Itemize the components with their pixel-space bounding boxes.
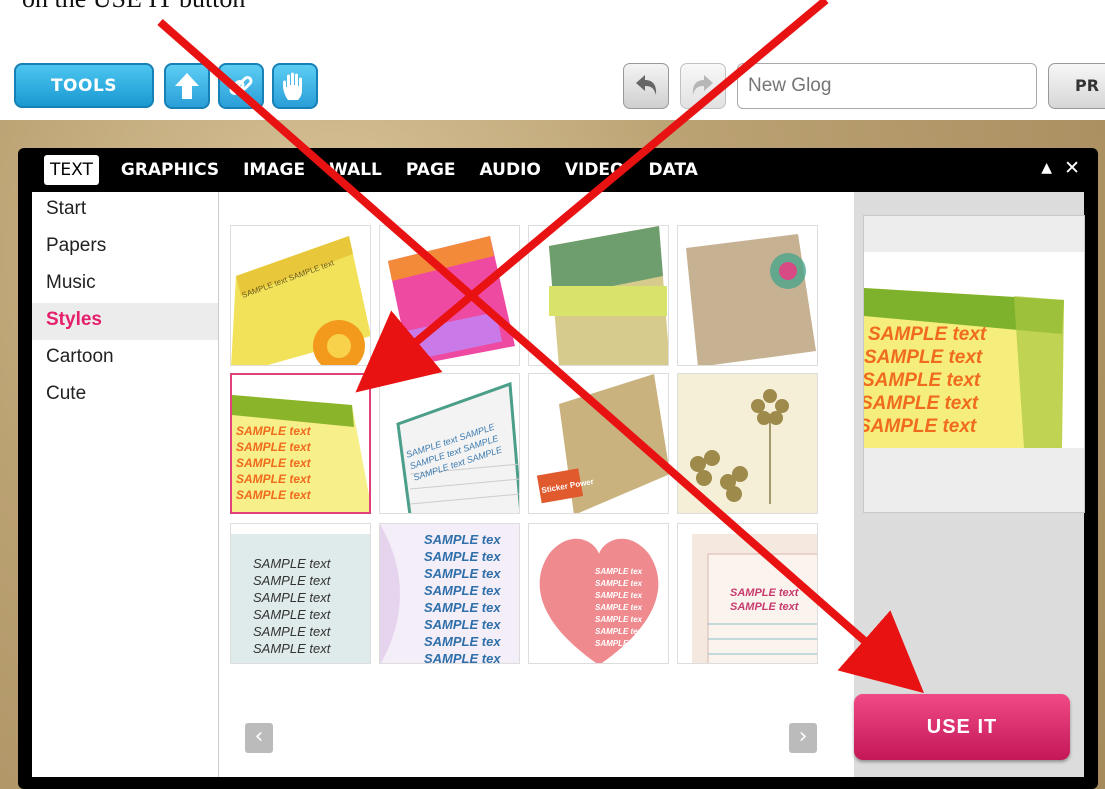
up-arrow-icon	[175, 73, 199, 99]
glog-title-input[interactable]	[737, 63, 1037, 109]
instruction-caption: on the USE IT button	[22, 0, 245, 14]
tab-video[interactable]: VIDEO	[553, 155, 637, 185]
use-it-button[interactable]: USE IT	[854, 694, 1070, 760]
svg-text:SAMPLE tex: SAMPLE tex	[424, 583, 501, 598]
redo-icon	[692, 75, 713, 95]
svg-text:SAMPLE tex: SAMPLE tex	[595, 591, 643, 600]
svg-text:SAMPLE text: SAMPLE text	[253, 573, 332, 588]
tab-text[interactable]: TEXT	[44, 155, 99, 185]
undo-icon	[636, 75, 657, 95]
style-thumbnail[interactable]	[677, 373, 818, 514]
sidebar-item-start[interactable]: Start	[32, 192, 218, 229]
svg-text:SAMPLE tex: SAMPLE tex	[595, 639, 643, 648]
sidebar-item-cute[interactable]: Cute	[32, 377, 218, 414]
previous-page-button[interactable]: ‹	[245, 723, 273, 753]
style-thumbnail[interactable]: SAMPLE tex SAMPLE tex SAMPLE tex SAMPLE …	[528, 523, 669, 664]
preview-sample-text: SAMPLE text	[868, 324, 987, 345]
svg-text:SAMPLE text: SAMPLE text	[236, 456, 312, 470]
svg-text:SAMPLE tex: SAMPLE tex	[424, 566, 501, 581]
svg-text:SAMPLE tex: SAMPLE tex	[424, 634, 501, 649]
kraft-sticker-paper-thumbnail: Sticker Power	[536, 374, 668, 513]
panel-content: Start Papers Music Styles Cartoon Cute S…	[32, 192, 1085, 777]
style-preview: SAMPLE text SAMPLE text SAMPLE text SAMP…	[863, 215, 1085, 513]
grid-blue-paper-thumbnail: SAMPLE text SAMPLE text SAMPLE text SAMP…	[231, 534, 370, 663]
tab-wall[interactable]: WALL	[317, 155, 394, 185]
tab-data[interactable]: DATA	[637, 155, 710, 185]
svg-text:SAMPLE text: SAMPLE text	[236, 472, 312, 486]
preview-area: SAMPLE text SAMPLE text SAMPLE text SAMP…	[854, 192, 1085, 777]
style-thumbnail[interactable]: SAMPLE text SAMPLE text SAMPLE text SAMP…	[230, 523, 371, 664]
svg-text:SAMPLE tex: SAMPLE tex	[424, 617, 501, 632]
pink-heart-paper-thumbnail: SAMPLE tex SAMPLE tex SAMPLE tex SAMPLE …	[539, 538, 659, 663]
category-tabs: TEXT GRAPHICS IMAGE WALL PAGE AUDIO VIDE…	[44, 148, 710, 192]
yellow-flower-paper-thumbnail: SAMPLE text SAMPLE text	[231, 236, 370, 365]
tab-audio[interactable]: AUDIO	[468, 155, 553, 185]
close-icon[interactable]: ✕	[1064, 157, 1080, 179]
svg-text:SAMPLE text: SAMPLE text	[253, 607, 332, 622]
collapse-icon[interactable]: ▲	[1041, 160, 1052, 176]
sidebar-item-styles[interactable]: Styles	[32, 303, 218, 340]
text-styles-panel: TEXT GRAPHICS IMAGE WALL PAGE AUDIO VIDE…	[18, 148, 1098, 789]
tab-page[interactable]: PAGE	[394, 155, 468, 185]
svg-text:SAMPLE text: SAMPLE text	[253, 556, 332, 571]
svg-text:SAMPLE tex: SAMPLE tex	[595, 603, 643, 612]
pink-stripes-paper-thumbnail	[388, 236, 515, 365]
svg-text:SAMPLE text: SAMPLE text	[253, 641, 332, 656]
preview-button[interactable]: PR	[1048, 63, 1105, 109]
preview-sample-text: SAMPLE text	[864, 416, 977, 437]
green-tan-paper-thumbnail	[549, 226, 668, 365]
hand-pan-button[interactable]	[272, 63, 318, 109]
svg-text:SAMPLE text: SAMPLE text	[730, 601, 800, 613]
preview-sample-text: SAMPLE text	[864, 393, 979, 414]
link-icon	[229, 76, 253, 95]
style-thumbnail[interactable]	[528, 225, 669, 366]
lavender-paper-thumbnail: SAMPLE tex SAMPLE tex SAMPLE tex SAMPLE …	[380, 524, 519, 664]
orange-green-paper-thumbnail: SAMPLE text SAMPLE text SAMPLE text SAMP…	[232, 395, 369, 512]
svg-text:SAMPLE text: SAMPLE text	[253, 590, 332, 605]
tools-button[interactable]: TOOLS	[14, 63, 154, 108]
svg-text:SAMPLE tex: SAMPLE tex	[424, 532, 501, 547]
style-thumbnail[interactable]	[379, 225, 520, 366]
link-button[interactable]	[218, 63, 264, 109]
svg-text:SAMPLE tex: SAMPLE tex	[424, 600, 501, 615]
svg-text:SAMPLE tex: SAMPLE tex	[595, 615, 643, 624]
svg-text:SAMPLE text: SAMPLE text	[236, 488, 312, 502]
sidebar-item-cartoon[interactable]: Cartoon	[32, 340, 218, 377]
svg-text:SAMPLE text: SAMPLE text	[236, 440, 312, 454]
hand-icon	[283, 72, 302, 100]
svg-text:SAMPLE tex: SAMPLE tex	[595, 579, 643, 588]
svg-text:SAMPLE text: SAMPLE text	[730, 587, 800, 599]
tab-image[interactable]: IMAGE	[231, 155, 317, 185]
up-arrow-button[interactable]	[164, 63, 210, 109]
svg-text:SAMPLE tex: SAMPLE tex	[424, 651, 501, 664]
style-thumbnail[interactable]: Sticker Power	[528, 373, 669, 514]
preview-sample-text: SAMPLE text	[864, 370, 981, 391]
next-page-button[interactable]: ›	[789, 723, 817, 753]
svg-text:SAMPLE tex: SAMPLE tex	[595, 567, 643, 576]
sidebar-item-papers[interactable]: Papers	[32, 229, 218, 266]
tab-graphics[interactable]: GRAPHICS	[109, 155, 231, 185]
style-thumbnail[interactable]: SAMPLE text SAMPLE text	[230, 225, 371, 366]
style-sidebar: Start Papers Music Styles Cartoon Cute	[32, 192, 219, 777]
svg-text:SAMPLE tex: SAMPLE tex	[595, 627, 643, 636]
torn-pink-paper-thumbnail: SAMPLE text SAMPLE text	[692, 534, 817, 663]
svg-text:SAMPLE text: SAMPLE text	[253, 624, 332, 639]
undo-button[interactable]	[623, 63, 669, 109]
svg-text:SAMPLE tex: SAMPLE tex	[424, 549, 501, 564]
beige-flower-paper-thumbnail	[678, 374, 817, 513]
style-thumbnail[interactable]: SAMPLE tex SAMPLE tex SAMPLE tex SAMPLE …	[379, 523, 520, 664]
preview-sample-text: SAMPLE text	[864, 347, 983, 368]
style-thumbnail[interactable]: SAMPLE text SAMPLE text	[677, 523, 818, 664]
style-thumbnail[interactable]: SAMPLE text SAMPLE SAMPLE text SAMPLE SA…	[379, 373, 520, 514]
style-thumbnail[interactable]	[677, 225, 818, 366]
redo-button[interactable]	[680, 63, 726, 109]
grid-notebook-paper-thumbnail: SAMPLE text SAMPLE SAMPLE text SAMPLE SA…	[396, 381, 519, 513]
svg-text:SAMPLE text: SAMPLE text	[236, 424, 312, 438]
brown-stamp-paper-thumbnail	[686, 234, 816, 365]
style-thumbnail-selected[interactable]: SAMPLE text SAMPLE text SAMPLE text SAMP…	[230, 373, 371, 514]
sidebar-item-music[interactable]: Music	[32, 266, 218, 303]
